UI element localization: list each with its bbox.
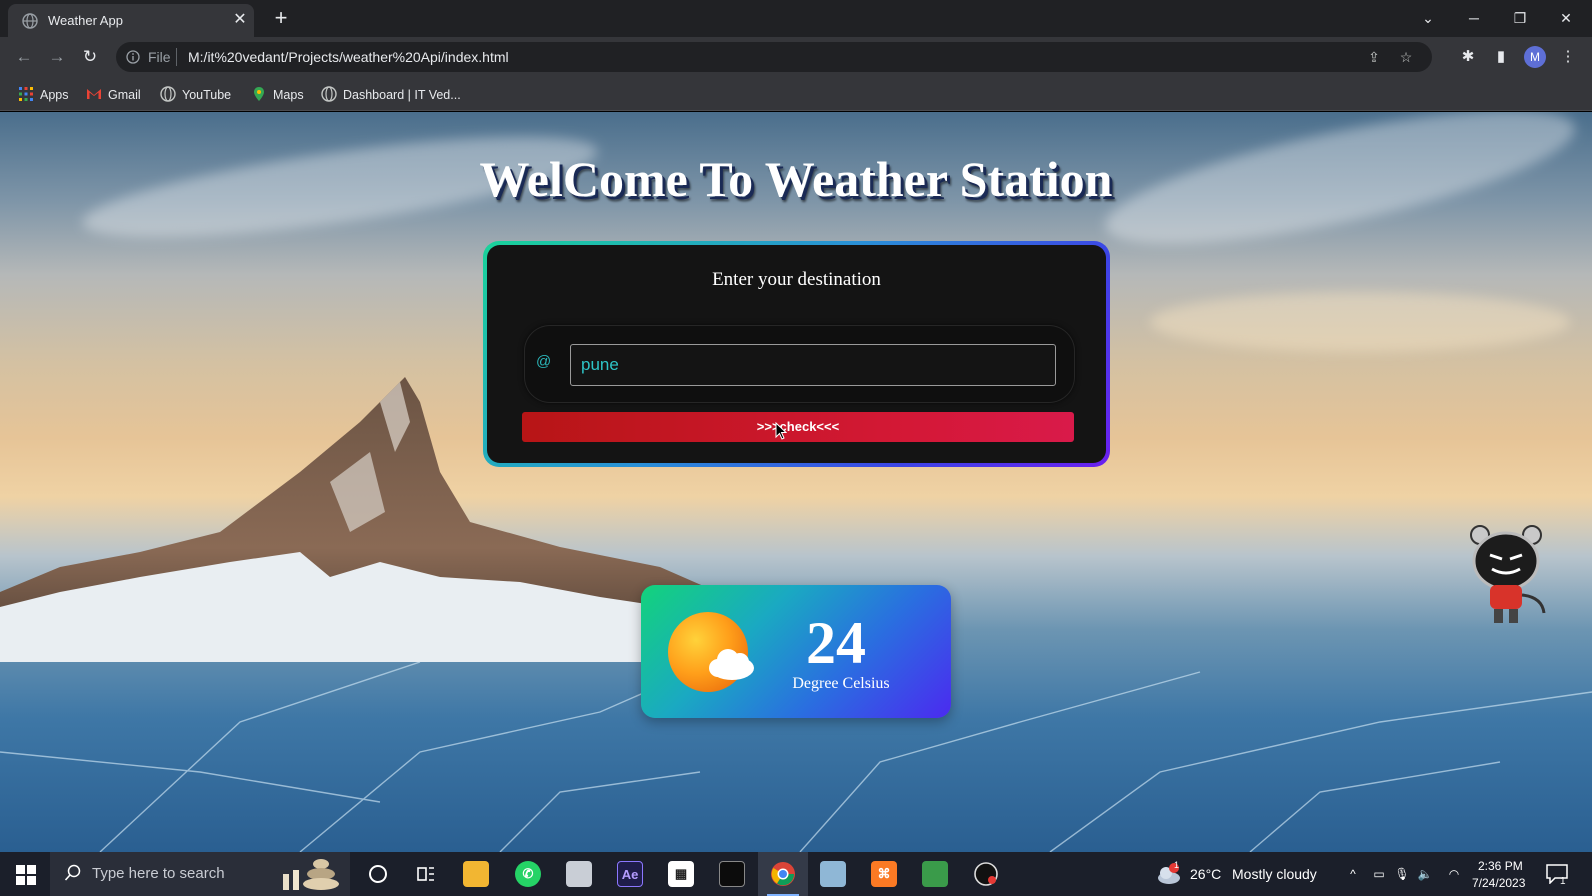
tab-search-icon[interactable]: ⌄ (1408, 4, 1448, 32)
globe-icon (22, 13, 38, 29)
weather-result-card: 24 Degree Celsius (641, 585, 951, 718)
bookmark-maps[interactable]: Maps (251, 86, 304, 102)
file-explorer-icon[interactable] (463, 861, 489, 887)
temperature-value: 24 (806, 610, 866, 676)
minimize-button[interactable]: ─ (1454, 4, 1494, 32)
page-title: WelCome To Weather Station (479, 151, 1113, 207)
volume-icon[interactable]: 🔈 (1417, 866, 1433, 882)
extensions-icon[interactable]: ✱ (1456, 45, 1480, 69)
windows-start-icon[interactable] (16, 865, 36, 885)
globe-icon (160, 86, 176, 102)
city-input-container: @ (524, 325, 1075, 403)
destination-form-card: Enter your destination @ >>>check<<< (483, 241, 1110, 467)
microphone-icon[interactable]: 🎙 (1394, 866, 1410, 882)
bookmark-label: Apps (40, 88, 69, 102)
xampp-icon[interactable]: ⌘ (871, 861, 897, 887)
battery-icon[interactable]: ▭ (1371, 866, 1387, 882)
bookmark-star-icon[interactable]: ☆ (1398, 49, 1414, 65)
reload-button[interactable]: ↻ (78, 45, 102, 69)
app-icon[interactable] (922, 861, 948, 887)
bookmark-gmail[interactable]: Gmail (86, 86, 141, 102)
restore-button[interactable]: ❐ (1500, 4, 1540, 32)
menu-kebab-icon[interactable]: ⋮ (1556, 45, 1580, 69)
chrome-icon[interactable] (770, 861, 796, 887)
bookmark-label: YouTube (182, 88, 232, 102)
bookmarks-bar: Apps Gmail YouTube Maps Dashboard | IT V… (0, 77, 1592, 111)
windows-taskbar: Type here to search ✆ Ae ▦ ⌘ 1 26°C Most… (0, 852, 1592, 896)
side-panel-icon[interactable]: ▮ (1489, 45, 1513, 69)
bookmark-apps[interactable]: Apps (18, 86, 69, 102)
browser-toolbar: ← → ↻ File M:/it%20vedant/Projects/weath… (0, 37, 1592, 77)
wifi-icon[interactable]: ◠ (1446, 866, 1462, 882)
clock-time[interactable]: 2:36 PM (1478, 859, 1523, 873)
app-icon[interactable] (566, 861, 592, 887)
city-input[interactable] (570, 344, 1056, 386)
cloud-decoration (1150, 292, 1570, 352)
close-window-button[interactable]: ✕ (1546, 4, 1586, 32)
clock-date[interactable]: 7/24/2023 (1472, 876, 1525, 890)
task-view-icon[interactable] (413, 861, 439, 887)
calendar-app-icon[interactable]: ▦ (668, 861, 694, 887)
destination-prompt: Enter your destination (712, 269, 881, 290)
temperature-unit: Degree Celsius (792, 675, 890, 692)
bookmark-label: Gmail (108, 88, 141, 102)
weather-alert-badge: 1 (1174, 860, 1180, 870)
terminal-icon[interactable] (719, 861, 745, 887)
page-viewport: WelCome To Weather Station Enter your de… (0, 112, 1592, 852)
apps-grid-icon (19, 87, 33, 101)
search-icon (64, 864, 81, 881)
show-hidden-icons-icon[interactable]: ^ (1345, 866, 1361, 882)
globe-icon (321, 86, 337, 102)
tab-title: Weather App (48, 13, 123, 28)
cortana-icon[interactable] (365, 861, 391, 887)
notification-count: 1 (1560, 876, 1566, 887)
search-placeholder: Type here to search (92, 865, 225, 882)
address-bar[interactable]: File M:/it%20vedant/Projects/weather%20A… (116, 42, 1432, 72)
bookmark-label: Dashboard | IT Ved... (343, 88, 461, 102)
robot-mascot-icon (1470, 525, 1546, 623)
url-scheme-label: File (148, 49, 171, 65)
maps-pin-icon (254, 87, 264, 101)
weather-description[interactable]: Mostly cloudy (1232, 866, 1317, 882)
url-text[interactable]: M:/it%20vedant/Projects/weather%20Api/in… (188, 49, 509, 65)
whatsapp-icon[interactable]: ✆ (515, 861, 541, 887)
close-tab-icon[interactable]: ✕ (230, 10, 250, 30)
sun-cloud-icon (668, 612, 754, 692)
check-weather-button[interactable]: >>>check<<< (522, 412, 1074, 442)
search-highlight-icon (283, 859, 339, 890)
bookmark-dashboard[interactable]: Dashboard | IT Ved... (321, 86, 461, 102)
taskbar-search-box[interactable]: Type here to search (50, 852, 350, 896)
forward-button[interactable]: → (45, 45, 69, 69)
after-effects-icon[interactable]: Ae (617, 861, 643, 887)
weather-temperature[interactable]: 26°C (1190, 866, 1221, 882)
bookmark-label: Maps (273, 88, 304, 102)
new-tab-button[interactable]: + (268, 6, 294, 32)
browser-tab-weather-app[interactable]: Weather App ✕ (8, 4, 254, 37)
omnibox-divider (176, 48, 177, 66)
form-card-body: Enter your destination @ >>>check<<< (487, 245, 1106, 463)
info-icon[interactable] (126, 50, 140, 64)
share-icon[interactable]: ⇪ (1366, 49, 1382, 65)
app-icon[interactable] (820, 861, 846, 887)
app-icon[interactable] (973, 861, 999, 887)
gmail-icon (87, 89, 101, 99)
browser-tab-strip: Weather App ✕ + ⌄ ─ ❐ ✕ (0, 0, 1592, 37)
profile-avatar[interactable]: M (1524, 46, 1546, 68)
back-button[interactable]: ← (12, 45, 36, 69)
mouse-cursor-icon (775, 422, 787, 440)
bookmark-youtube[interactable]: YouTube (160, 86, 231, 102)
at-symbol-label: @ (536, 353, 552, 370)
